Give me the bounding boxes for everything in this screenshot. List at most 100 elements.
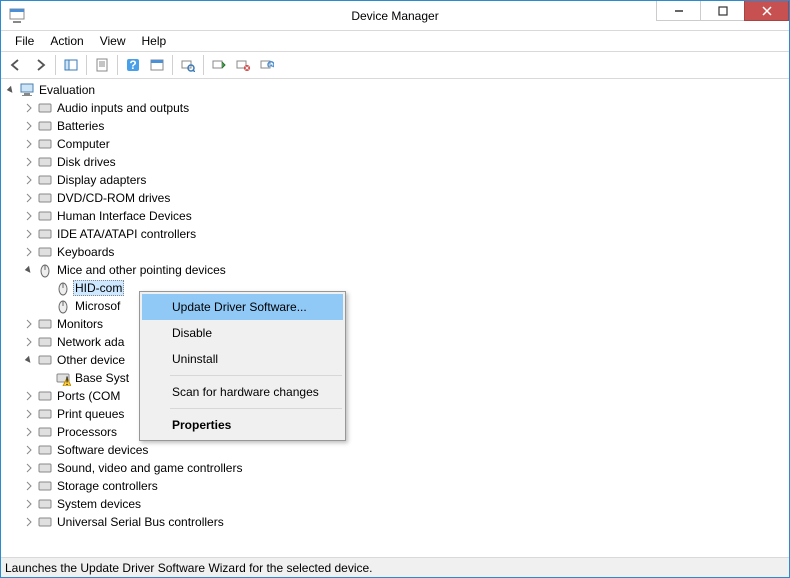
collapse-icon[interactable] — [5, 84, 17, 96]
tree-node[interactable]: Audio inputs and outputs — [1, 99, 789, 117]
tree-node[interactable]: Human Interface Devices — [1, 207, 789, 225]
properties-button[interactable] — [91, 54, 113, 76]
disable-button[interactable] — [256, 54, 278, 76]
tree-node[interactable]: Ports (COM — [1, 387, 789, 405]
menu-view[interactable]: View — [92, 32, 134, 50]
tree-node[interactable]: Display adapters — [1, 171, 789, 189]
node-label[interactable]: Processors — [55, 425, 119, 439]
menu-help[interactable]: Help — [134, 32, 175, 50]
tree-node[interactable]: Universal Serial Bus controllers — [1, 513, 789, 531]
node-label[interactable]: Keyboards — [55, 245, 116, 259]
menu-file[interactable]: File — [7, 32, 42, 50]
context-menu-item[interactable]: Uninstall — [142, 346, 343, 372]
expand-icon[interactable] — [23, 120, 35, 132]
battery-icon — [37, 118, 53, 134]
forward-button[interactable] — [29, 54, 51, 76]
tree-node[interactable]: DVD/CD-ROM drives — [1, 189, 789, 207]
node-label[interactable]: IDE ATA/ATAPI controllers — [55, 227, 198, 241]
node-label[interactable]: Audio inputs and outputs — [55, 101, 191, 115]
expand-icon[interactable] — [23, 192, 35, 204]
update-driver-button[interactable] — [208, 54, 230, 76]
expand-icon[interactable] — [23, 102, 35, 114]
tree-node[interactable]: Other device — [1, 351, 789, 369]
computer-icon — [37, 136, 53, 152]
minimize-button[interactable] — [656, 1, 701, 21]
close-button[interactable] — [744, 1, 789, 21]
node-label[interactable]: Microsof — [73, 299, 122, 313]
context-menu-item[interactable]: Scan for hardware changes — [142, 379, 343, 405]
expand-icon[interactable] — [23, 156, 35, 168]
expand-icon[interactable] — [23, 408, 35, 420]
node-label[interactable]: Mice and other pointing devices — [55, 263, 228, 277]
collapse-icon[interactable] — [23, 264, 35, 276]
tree-node[interactable]: IDE ATA/ATAPI controllers — [1, 225, 789, 243]
help-button[interactable]: ? — [122, 54, 144, 76]
node-label[interactable]: Software devices — [55, 443, 150, 457]
node-label[interactable]: Other device — [55, 353, 127, 367]
node-label[interactable]: System devices — [55, 497, 143, 511]
context-menu-item[interactable]: Update Driver Software... — [142, 294, 343, 320]
expand-icon[interactable] — [23, 336, 35, 348]
expand-icon[interactable] — [23, 210, 35, 222]
expand-icon[interactable] — [23, 228, 35, 240]
expand-icon[interactable] — [23, 174, 35, 186]
toolbar-separator — [55, 55, 56, 75]
node-label[interactable]: Computer — [55, 137, 112, 151]
node-label[interactable]: Storage controllers — [55, 479, 160, 493]
node-label[interactable]: Ports (COM — [55, 389, 122, 403]
node-label[interactable]: Print queues — [55, 407, 126, 421]
expand-icon[interactable] — [23, 498, 35, 510]
node-label[interactable]: Human Interface Devices — [55, 209, 194, 223]
action-button[interactable] — [146, 54, 168, 76]
expand-icon[interactable] — [23, 246, 35, 258]
expand-icon[interactable] — [23, 318, 35, 330]
uninstall-button[interactable] — [232, 54, 254, 76]
context-menu-separator — [170, 375, 342, 376]
node-label[interactable]: HID-com — [73, 280, 124, 296]
tree-node[interactable]: Print queues — [1, 405, 789, 423]
expand-icon[interactable] — [23, 390, 35, 402]
menu-action[interactable]: Action — [42, 32, 91, 50]
node-label[interactable]: Disk drives — [55, 155, 118, 169]
system-icon — [37, 496, 53, 512]
tree-node[interactable]: System devices — [1, 495, 789, 513]
collapse-icon[interactable] — [23, 354, 35, 366]
node-label[interactable]: Universal Serial Bus controllers — [55, 515, 226, 529]
device-tree[interactable]: Evaluation Audio inputs and outputs Batter… — [1, 79, 789, 557]
tree-node[interactable]: Storage controllers — [1, 477, 789, 495]
tree-node[interactable]: HID-com — [1, 279, 789, 297]
tree-node[interactable]: Sound, video and game controllers — [1, 459, 789, 477]
node-label[interactable]: Evaluation — [37, 83, 97, 97]
scan-hardware-button[interactable] — [177, 54, 199, 76]
node-label[interactable]: Sound, video and game controllers — [55, 461, 244, 475]
expand-icon[interactable] — [23, 462, 35, 474]
tree-node[interactable]: Computer — [1, 135, 789, 153]
tree-node[interactable]: Software devices — [1, 441, 789, 459]
tree-node[interactable]: Monitors — [1, 315, 789, 333]
show-hide-tree-button[interactable] — [60, 54, 82, 76]
expand-icon[interactable] — [23, 138, 35, 150]
tree-node[interactable]: Evaluation — [1, 81, 789, 99]
node-label[interactable]: Network ada — [55, 335, 126, 349]
tree-node[interactable]: !Base Syst — [1, 369, 789, 387]
expand-icon[interactable] — [23, 444, 35, 456]
node-label[interactable]: Batteries — [55, 119, 106, 133]
tree-node[interactable]: Batteries — [1, 117, 789, 135]
node-label[interactable]: Monitors — [55, 317, 105, 331]
node-label[interactable]: Display adapters — [55, 173, 148, 187]
tree-node[interactable]: Keyboards — [1, 243, 789, 261]
back-button[interactable] — [5, 54, 27, 76]
tree-node[interactable]: Processors — [1, 423, 789, 441]
expand-icon[interactable] — [23, 480, 35, 492]
tree-node[interactable]: Disk drives — [1, 153, 789, 171]
context-menu-item[interactable]: Properties — [142, 412, 343, 438]
context-menu-item[interactable]: Disable — [142, 320, 343, 346]
maximize-button[interactable] — [700, 1, 745, 21]
node-label[interactable]: DVD/CD-ROM drives — [55, 191, 172, 205]
expand-icon[interactable] — [23, 516, 35, 528]
expand-icon[interactable] — [23, 426, 35, 438]
tree-node[interactable]: Mice and other pointing devices — [1, 261, 789, 279]
node-label[interactable]: Base Syst — [73, 371, 131, 385]
tree-node[interactable]: Network ada — [1, 333, 789, 351]
tree-node[interactable]: Microsof — [1, 297, 789, 315]
